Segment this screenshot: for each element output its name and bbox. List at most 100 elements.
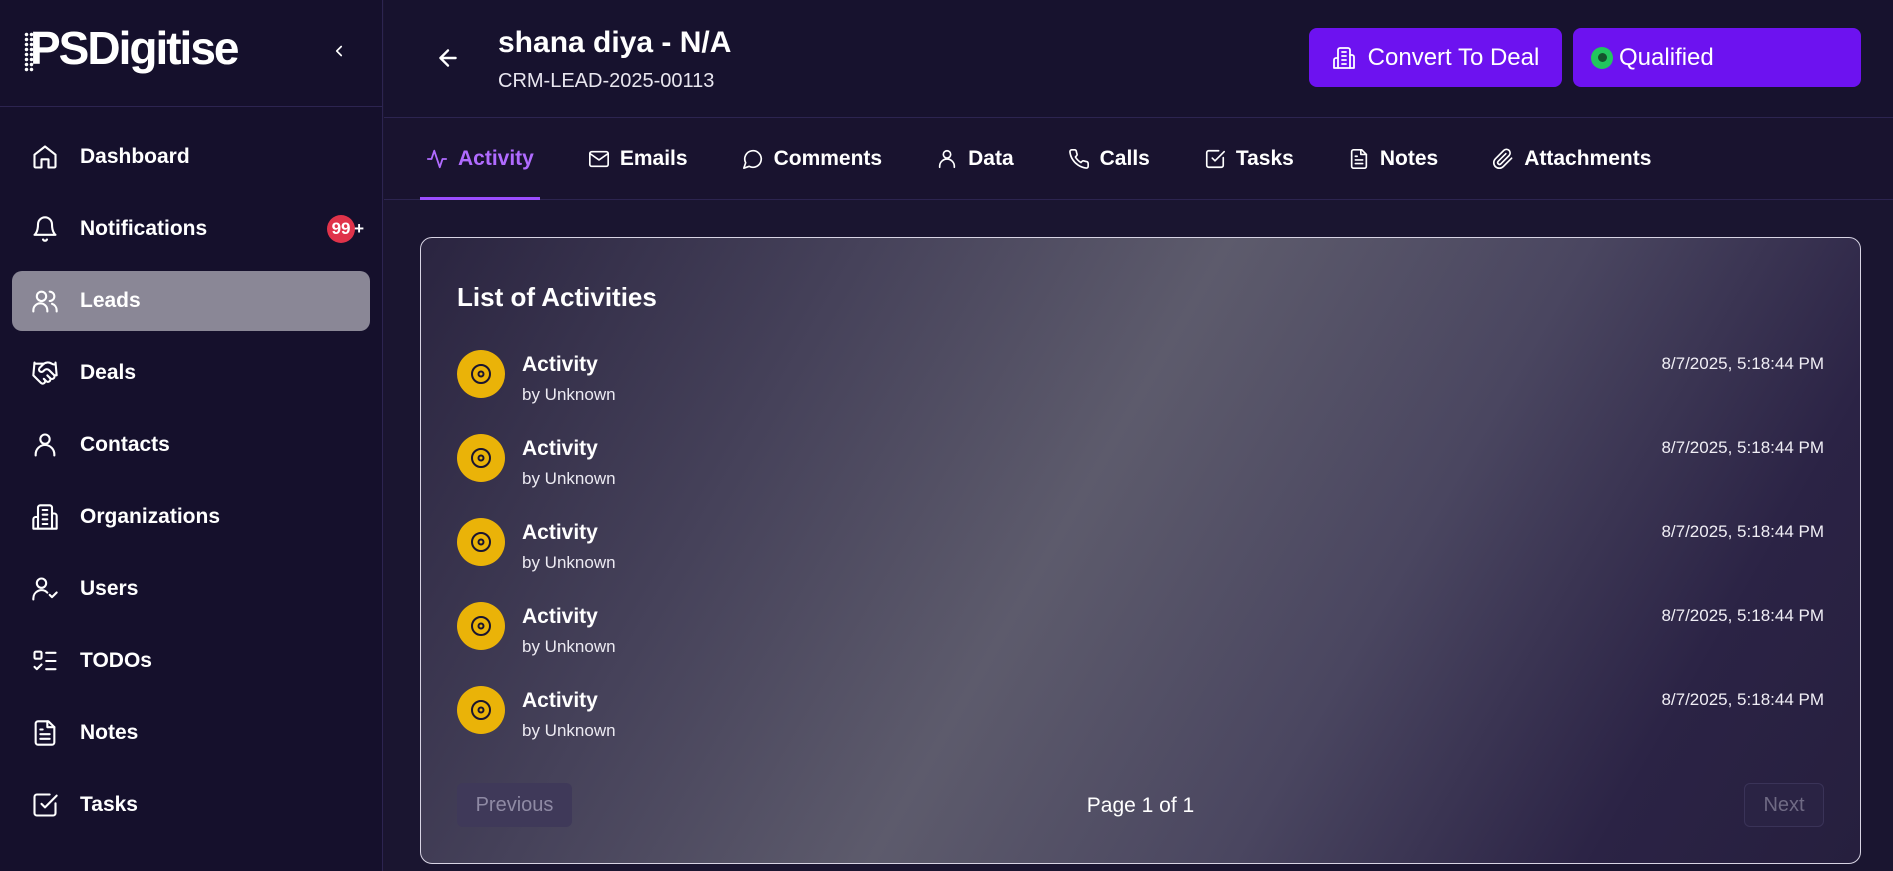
- activity-name: Activity: [522, 353, 598, 376]
- sidebar-item-label: Deals: [80, 361, 137, 384]
- page-info: Page 1 of 1: [1086, 794, 1195, 817]
- tab-label: Emails: [619, 147, 688, 170]
- notification-count-badge: 99 +: [327, 215, 364, 243]
- sidebar-item-notes[interactable]: Notes: [12, 703, 370, 763]
- list-item[interactable]: Activity by Unknown 8/7/2025, 5:18:44 PM: [457, 518, 1824, 602]
- activity-name: Activity: [522, 605, 598, 628]
- sidebar-item-tasks[interactable]: Tasks: [12, 775, 370, 835]
- sidebar-item-label: Organizations: [80, 505, 221, 528]
- square-check-icon: [1205, 149, 1225, 169]
- activity-timestamp: 8/7/2025, 5:18:44 PM: [1661, 354, 1824, 373]
- lead-status-dropdown[interactable]: Qualified: [1573, 28, 1861, 87]
- back-button[interactable]: [432, 42, 464, 74]
- activity-author: by Unknown: [522, 385, 616, 404]
- sidebar-item-label: TODOs: [80, 649, 152, 672]
- disc-icon: [457, 350, 505, 398]
- message-icon: [742, 149, 762, 169]
- disc-icon: [457, 518, 505, 566]
- sidebar-item-label: Tasks: [80, 793, 138, 816]
- sidebar-item-contacts[interactable]: Contacts: [12, 415, 370, 475]
- sidebar-item-label: Contacts: [80, 433, 170, 456]
- tab-label: Comments: [773, 147, 883, 170]
- tab-calls[interactable]: Calls: [1062, 118, 1156, 200]
- list-item[interactable]: Activity by Unknown 8/7/2025, 5:18:44 PM: [457, 686, 1824, 770]
- mail-icon: [588, 150, 609, 168]
- list-item[interactable]: Activity by Unknown 8/7/2025, 5:18:44 PM: [457, 602, 1824, 686]
- list-item[interactable]: Activity by Unknown 8/7/2025, 5:18:44 PM: [457, 434, 1824, 518]
- tab-data[interactable]: Data: [930, 118, 1020, 200]
- tab-label: Calls: [1099, 147, 1150, 170]
- brand-logo[interactable]: PSDigitise: [24, 20, 240, 76]
- chevron-left-icon: [335, 45, 343, 57]
- sidebar-item-label: Notes: [80, 721, 139, 744]
- phone-icon: [1068, 149, 1089, 169]
- tab-attachments[interactable]: Attachments: [1486, 118, 1657, 200]
- activity-author: by Unknown: [522, 469, 616, 488]
- sidebar-item-notifications[interactable]: Notifications 99 +: [12, 199, 370, 259]
- sidebar-item-todos[interactable]: TODOs: [12, 631, 370, 691]
- activity-timestamp: 8/7/2025, 5:18:44 PM: [1661, 690, 1824, 709]
- sidebar-item-users[interactable]: Users: [12, 559, 370, 619]
- disc-icon: [457, 602, 505, 650]
- activity-name: Activity: [522, 437, 598, 460]
- activity-timestamp: 8/7/2025, 5:18:44 PM: [1661, 606, 1824, 625]
- file-text-icon: [30, 718, 60, 748]
- activities-title: List of Activities: [457, 282, 657, 312]
- tab-label: Notes: [1379, 147, 1439, 170]
- tab-label: Tasks: [1235, 147, 1294, 170]
- tab-tasks[interactable]: Tasks: [1198, 118, 1300, 200]
- brand-logo-text: PSDigitise: [30, 22, 240, 74]
- sidebar-item-label: Users: [80, 577, 139, 600]
- activities-panel: List of Activities Activity by Unknown 8…: [420, 237, 1861, 864]
- tab-emails[interactable]: Emails: [582, 118, 694, 200]
- lead-tabs: Activity Emails Comments Data Calls Task…: [384, 118, 1893, 200]
- sidebar: PSDigitise Dashboard Notifications 99 + L…: [0, 0, 383, 871]
- sidebar-item-dashboard[interactable]: Dashboard: [12, 127, 370, 187]
- convert-to-deal-label: Convert To Deal: [1367, 43, 1540, 71]
- lead-header: shana diya - N/A CRM-LEAD-2025-00113 Con…: [384, 0, 1893, 118]
- tab-comments[interactable]: Comments: [736, 118, 889, 200]
- arrow-left-icon: [439, 49, 457, 67]
- activity-author: by Unknown: [522, 553, 616, 572]
- sidebar-item-organizations[interactable]: Organizations: [12, 487, 370, 547]
- sidebar-collapse-button[interactable]: [324, 36, 354, 66]
- sidebar-item-label: Dashboard: [80, 145, 190, 168]
- tab-activity[interactable]: Activity: [420, 118, 540, 200]
- pagination: Previous Page 1 of 1 Next: [457, 783, 1824, 827]
- activity-name: Activity: [522, 689, 598, 712]
- sidebar-item-deals[interactable]: Deals: [12, 343, 370, 403]
- home-icon: [30, 142, 60, 172]
- activity-author: by Unknown: [522, 637, 616, 656]
- square-check-icon: [30, 790, 60, 820]
- tab-notes[interactable]: Notes: [1342, 118, 1444, 200]
- status-dot-icon: [1591, 46, 1613, 69]
- convert-to-deal-button[interactable]: Convert To Deal: [1309, 28, 1562, 87]
- sidebar-item-leads[interactable]: Leads: [12, 271, 370, 331]
- handshake-icon: [30, 358, 60, 388]
- sidebar-item-label: Notifications: [80, 217, 208, 240]
- activity-timestamp: 8/7/2025, 5:18:44 PM: [1661, 522, 1824, 541]
- activity-name: Activity: [522, 521, 598, 544]
- lead-status-label: Qualified: [1619, 43, 1714, 71]
- tab-label: Attachments: [1524, 147, 1652, 170]
- tab-label: Activity: [458, 147, 534, 170]
- user-icon: [938, 149, 956, 169]
- sidebar-header: PSDigitise: [0, 0, 382, 107]
- building-icon: [30, 502, 60, 532]
- activity-icon: [426, 149, 448, 169]
- user-icon: [30, 430, 60, 460]
- sidebar-item-label: Leads: [80, 289, 141, 312]
- page-title: shana diya - N/A: [498, 26, 732, 59]
- paperclip-icon: [1493, 148, 1513, 170]
- list-item[interactable]: Activity by Unknown 8/7/2025, 5:18:44 PM: [457, 350, 1824, 434]
- activity-timestamp: 8/7/2025, 5:18:44 PM: [1661, 438, 1824, 457]
- activity-author: by Unknown: [522, 721, 616, 740]
- users-icon: [30, 286, 60, 316]
- disc-icon: [457, 434, 505, 482]
- lead-id: CRM-LEAD-2025-00113: [498, 70, 715, 92]
- building-icon: [1332, 46, 1355, 69]
- activity-list: Activity by Unknown 8/7/2025, 5:18:44 PM…: [457, 350, 1824, 770]
- next-page-button[interactable]: Next: [1744, 783, 1824, 827]
- tab-label: Data: [968, 147, 1014, 170]
- disc-icon: [457, 686, 505, 734]
